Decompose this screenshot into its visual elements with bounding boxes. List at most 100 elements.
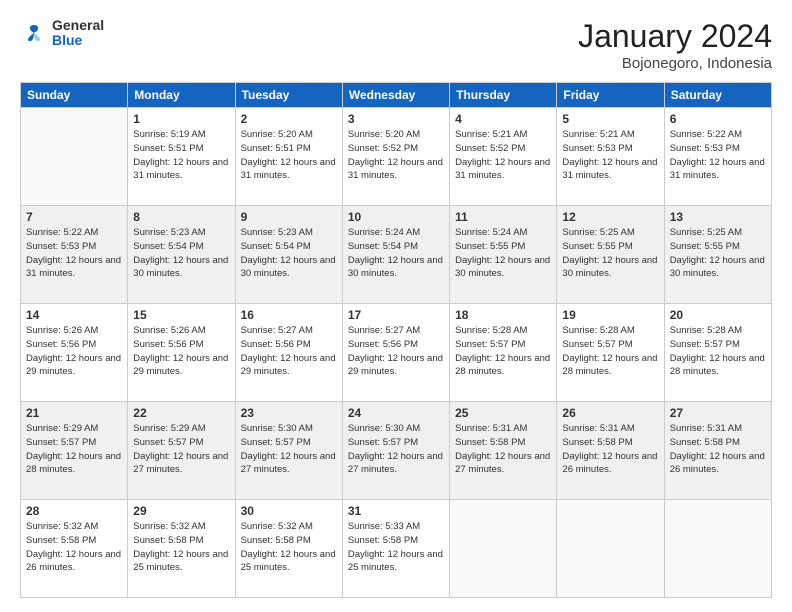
day-number: 6: [670, 112, 766, 126]
day-number: 9: [241, 210, 337, 224]
day-info: Sunrise: 5:25 AMSunset: 5:55 PMDaylight:…: [562, 226, 658, 281]
day-number: 22: [133, 406, 229, 420]
logo: General Blue: [20, 18, 104, 49]
day-info: Sunrise: 5:23 AMSunset: 5:54 PMDaylight:…: [241, 226, 337, 281]
main-title: January 2024: [578, 18, 772, 55]
day-number: 16: [241, 308, 337, 322]
calendar-day-cell: 26 Sunrise: 5:31 AMSunset: 5:58 PMDayligh…: [557, 402, 664, 500]
day-info: Sunrise: 5:30 AMSunset: 5:57 PMDaylight:…: [348, 422, 444, 477]
day-number: 21: [26, 406, 122, 420]
subtitle: Bojonegoro, Indonesia: [578, 55, 772, 72]
day-info: Sunrise: 5:22 AMSunset: 5:53 PMDaylight:…: [670, 128, 766, 183]
calendar-day-cell: 19 Sunrise: 5:28 AMSunset: 5:57 PMDayligh…: [557, 304, 664, 402]
day-number: 12: [562, 210, 658, 224]
day-info: Sunrise: 5:23 AMSunset: 5:54 PMDaylight:…: [133, 226, 229, 281]
calendar-day-cell: 20Sunrise: 5:28 AMSunset: 5:57 PMDayligh…: [664, 304, 771, 402]
day-info: Sunrise: 5:26 AMSunset: 5:56 PMDaylight:…: [26, 324, 122, 379]
day-number: 26: [562, 406, 658, 420]
calendar-week-row: 1Sunrise: 5:19 AMSunset: 5:51 PMDaylight…: [21, 108, 772, 206]
day-info: Sunrise: 5:19 AMSunset: 5:51 PMDaylight:…: [133, 128, 229, 183]
calendar-day-cell: 12 Sunrise: 5:25 AMSunset: 5:55 PMDayligh…: [557, 206, 664, 304]
calendar-day-cell: 31Sunrise: 5:33 AMSunset: 5:58 PMDayligh…: [342, 500, 449, 598]
calendar-day-cell: 5 Sunrise: 5:21 AMSunset: 5:53 PMDaylight…: [557, 108, 664, 206]
day-info: Sunrise: 5:24 AMSunset: 5:55 PMDaylight:…: [455, 226, 551, 281]
calendar-col-sunday: Sunday: [21, 83, 128, 108]
day-number: 19: [562, 308, 658, 322]
calendar-col-wednesday: Wednesday: [342, 83, 449, 108]
day-number: 27: [670, 406, 766, 420]
calendar-day-cell: 6 Sunrise: 5:22 AMSunset: 5:53 PMDaylight…: [664, 108, 771, 206]
calendar-day-cell: 9 Sunrise: 5:23 AMSunset: 5:54 PMDaylight…: [235, 206, 342, 304]
day-number: 7: [26, 210, 122, 224]
calendar-day-cell: [664, 500, 771, 598]
header: General Blue January 2024 Bojonegoro, In…: [20, 18, 772, 72]
day-info: Sunrise: 5:21 AMSunset: 5:52 PMDaylight:…: [455, 128, 551, 183]
day-number: 13: [670, 210, 766, 224]
calendar-day-cell: 28 Sunrise: 5:32 AMSunset: 5:58 PMDayligh…: [21, 500, 128, 598]
calendar-day-cell: 2Sunrise: 5:20 AMSunset: 5:51 PMDaylight…: [235, 108, 342, 206]
calendar-day-cell: 30 Sunrise: 5:32 AMSunset: 5:58 PMDayligh…: [235, 500, 342, 598]
calendar-col-tuesday: Tuesday: [235, 83, 342, 108]
day-number: 11: [455, 210, 551, 224]
calendar-col-thursday: Thursday: [450, 83, 557, 108]
day-info: Sunrise: 5:31 AMSunset: 5:58 PMDaylight:…: [455, 422, 551, 477]
day-number: 5: [562, 112, 658, 126]
day-number: 15: [133, 308, 229, 322]
day-info: Sunrise: 5:22 AMSunset: 5:53 PMDaylight:…: [26, 226, 122, 281]
calendar-day-cell: 25 Sunrise: 5:31 AMSunset: 5:58 PMDayligh…: [450, 402, 557, 500]
day-number: 3: [348, 112, 444, 126]
day-info: Sunrise: 5:30 AMSunset: 5:57 PMDaylight:…: [241, 422, 337, 477]
calendar-day-cell: 10Sunrise: 5:24 AMSunset: 5:54 PMDayligh…: [342, 206, 449, 304]
day-number: 30: [241, 504, 337, 518]
calendar-week-row: 28 Sunrise: 5:32 AMSunset: 5:58 PMDayligh…: [21, 500, 772, 598]
day-number: 17: [348, 308, 444, 322]
logo-bird-icon: [20, 19, 48, 47]
day-number: 25: [455, 406, 551, 420]
day-number: 31: [348, 504, 444, 518]
calendar-day-cell: 4Sunrise: 5:21 AMSunset: 5:52 PMDaylight…: [450, 108, 557, 206]
calendar-day-cell: 16Sunrise: 5:27 AMSunset: 5:56 PMDayligh…: [235, 304, 342, 402]
day-number: 20: [670, 308, 766, 322]
calendar-col-saturday: Saturday: [664, 83, 771, 108]
calendar-day-cell: 17 Sunrise: 5:27 AMSunset: 5:56 PMDayligh…: [342, 304, 449, 402]
day-info: Sunrise: 5:31 AMSunset: 5:58 PMDaylight:…: [670, 422, 766, 477]
day-number: 8: [133, 210, 229, 224]
day-info: Sunrise: 5:28 AMSunset: 5:57 PMDaylight:…: [455, 324, 551, 379]
logo-general: General: [52, 18, 104, 33]
logo-blue: Blue: [52, 33, 104, 48]
calendar-day-cell: 27 Sunrise: 5:31 AMSunset: 5:58 PMDayligh…: [664, 402, 771, 500]
day-info: Sunrise: 5:31 AMSunset: 5:58 PMDaylight:…: [562, 422, 658, 477]
calendar-day-cell: 1Sunrise: 5:19 AMSunset: 5:51 PMDaylight…: [128, 108, 235, 206]
day-info: Sunrise: 5:29 AMSunset: 5:57 PMDaylight:…: [133, 422, 229, 477]
calendar-day-cell: 14Sunrise: 5:26 AMSunset: 5:56 PMDayligh…: [21, 304, 128, 402]
calendar-day-cell: 3Sunrise: 5:20 AMSunset: 5:52 PMDaylight…: [342, 108, 449, 206]
calendar-col-monday: Monday: [128, 83, 235, 108]
calendar-week-row: 7 Sunrise: 5:22 AMSunset: 5:53 PMDaylight…: [21, 206, 772, 304]
day-number: 18: [455, 308, 551, 322]
calendar-day-cell: 11 Sunrise: 5:24 AMSunset: 5:55 PMDayligh…: [450, 206, 557, 304]
day-number: 28: [26, 504, 122, 518]
day-info: Sunrise: 5:21 AMSunset: 5:53 PMDaylight:…: [562, 128, 658, 183]
calendar-day-cell: 22 Sunrise: 5:29 AMSunset: 5:57 PMDayligh…: [128, 402, 235, 500]
calendar-header-row: SundayMondayTuesdayWednesdayThursdayFrid…: [21, 83, 772, 108]
calendar-day-cell: 23Sunrise: 5:30 AMSunset: 5:57 PMDayligh…: [235, 402, 342, 500]
day-info: Sunrise: 5:24 AMSunset: 5:54 PMDaylight:…: [348, 226, 444, 281]
day-info: Sunrise: 5:27 AMSunset: 5:56 PMDaylight:…: [348, 324, 444, 379]
day-info: Sunrise: 5:32 AMSunset: 5:58 PMDaylight:…: [26, 520, 122, 575]
day-number: 29: [133, 504, 229, 518]
day-info: Sunrise: 5:28 AMSunset: 5:57 PMDaylight:…: [562, 324, 658, 379]
calendar-day-cell: 24 Sunrise: 5:30 AMSunset: 5:57 PMDayligh…: [342, 402, 449, 500]
calendar-day-cell: [557, 500, 664, 598]
calendar-day-cell: 18 Sunrise: 5:28 AMSunset: 5:57 PMDayligh…: [450, 304, 557, 402]
calendar-col-friday: Friday: [557, 83, 664, 108]
calendar-week-row: 14Sunrise: 5:26 AMSunset: 5:56 PMDayligh…: [21, 304, 772, 402]
day-number: 24: [348, 406, 444, 420]
day-info: Sunrise: 5:26 AMSunset: 5:56 PMDaylight:…: [133, 324, 229, 379]
day-number: 2: [241, 112, 337, 126]
day-info: Sunrise: 5:32 AMSunset: 5:58 PMDaylight:…: [241, 520, 337, 575]
calendar-day-cell: 13 Sunrise: 5:25 AMSunset: 5:55 PMDayligh…: [664, 206, 771, 304]
calendar-day-cell: [450, 500, 557, 598]
calendar-week-row: 21 Sunrise: 5:29 AMSunset: 5:57 PMDayligh…: [21, 402, 772, 500]
day-info: Sunrise: 5:25 AMSunset: 5:55 PMDaylight:…: [670, 226, 766, 281]
title-block: January 2024 Bojonegoro, Indonesia: [578, 18, 772, 72]
